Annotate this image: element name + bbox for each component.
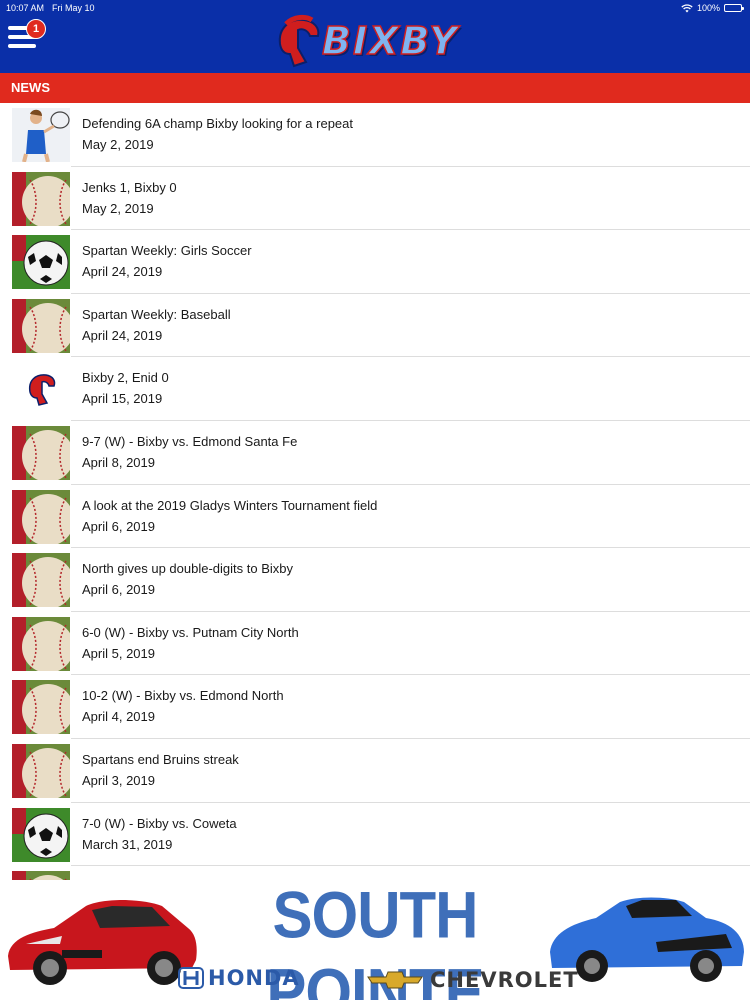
news-item[interactable]: A look at the 2019 Gladys Winters Tourna… [0, 485, 750, 549]
news-item[interactable]: Spartans end Bruins streak April 3, 2019 [0, 739, 750, 803]
soccer-ball-icon [12, 807, 70, 862]
news-item[interactable]: 7-0 (W) - Bixby vs. Coweta March 31, 2019 [0, 803, 750, 867]
news-item[interactable]: 9-7 (W) - Bixby vs. Edmond Santa Fe April… [0, 421, 750, 485]
news-list[interactable]: Defending 6A champ Bixby looking for a r… [0, 103, 750, 880]
news-title: Spartan Weekly: Baseball [82, 306, 231, 322]
status-indicators: 100% [681, 0, 744, 16]
notification-badge: 1 [26, 19, 46, 39]
news-date: April 4, 2019 [82, 709, 155, 725]
news-date: April 8, 2019 [82, 454, 155, 470]
tennis-player-icon [12, 108, 70, 162]
news-item[interactable]: 6-0 (W) - Bixby vs. Putnam City North Apr… [0, 612, 750, 676]
news-title: 10-2 (W) - Bixby vs. Edmond North [82, 688, 284, 704]
news-item[interactable]: Spartan Weekly: Baseball April 24, 2019 [0, 294, 750, 358]
news-title: Spartan Weekly: Girls Soccer [82, 243, 252, 259]
wifi-icon [681, 3, 693, 12]
honda-text: HONDA [208, 966, 300, 990]
baseball-icon [12, 553, 70, 608]
news-date: March 31, 2019 [82, 836, 173, 852]
news-date: April 5, 2019 [82, 645, 155, 661]
baseball-icon [12, 616, 70, 671]
honda-brand: HONDA [178, 966, 300, 990]
news-date: April 6, 2019 [82, 582, 155, 598]
news-date: April 6, 2019 [82, 518, 155, 534]
news-date: May 2, 2019 [82, 200, 154, 216]
news-title: 7-0 (W) - Bixby vs. Coweta [82, 815, 237, 831]
news-title: 9-7 (W) - Bixby vs. Edmond Santa Fe [82, 433, 298, 449]
soccer-ball-icon [12, 235, 70, 290]
news-title: North gives up double-digits to Bixby [82, 561, 294, 577]
status-time: 10:07 AM [6, 3, 45, 13]
baseball-icon [12, 489, 70, 544]
red-car-image [8, 900, 197, 985]
status-date: Fri May 10 [52, 3, 95, 13]
chevrolet-brand: CHEVROLET [366, 968, 579, 992]
news-date: April 24, 2019 [82, 327, 163, 343]
news-date: April 3, 2019 [82, 772, 155, 788]
section-title: NEWS [0, 73, 750, 103]
app-header: 10:07 AM Fri May 10 100% 1 BIXBY [0, 0, 750, 73]
chevrolet-text: CHEVROLET [430, 968, 579, 992]
news-item[interactable]: Defending 6A champ Bixby looking for a r… [0, 103, 750, 167]
app-logo: BIXBY [272, 14, 459, 68]
news-title: Jenks 1, Bixby 0 [82, 179, 177, 195]
news-item[interactable]: Bixby 2, Enid 0 April 15, 2019 [0, 357, 750, 421]
baseball-icon [12, 425, 70, 480]
news-title: Spartans end Bruins streak [82, 751, 239, 767]
battery-icon [724, 4, 744, 12]
baseball-icon [12, 298, 70, 353]
news-item[interactable]: 10-2 (W) - Bixby vs. Edmond North April 4… [0, 675, 750, 739]
news-date: April 24, 2019 [82, 264, 163, 280]
news-item[interactable]: Spartan Weekly: Girls Soccer April 24, 20… [0, 230, 750, 294]
spartan-helmet-icon [278, 14, 320, 68]
spartan-logo-icon [12, 362, 70, 417]
logo-text: BIXBY [321, 18, 459, 64]
ad-banner[interactable]: SOUTH POINTE HONDA CHEVROLET [0, 878, 750, 1000]
honda-logo-icon [178, 967, 204, 989]
chevrolet-bowtie-icon [367, 971, 423, 989]
baseball-icon [12, 871, 70, 880]
battery-percent: 100% [696, 3, 720, 13]
news-item[interactable]: North gives up double-digits to Bixby Apr… [0, 548, 750, 612]
news-date: April 15, 2019 [82, 391, 163, 407]
baseball-icon [12, 171, 70, 226]
baseball-icon [12, 743, 70, 798]
news-item[interactable]: Jenks 1, Bixby 0 May 2, 2019 [0, 167, 750, 231]
news-date: May 2, 2019 [82, 137, 154, 152]
news-title: Bixby 2, Enid 0 [82, 370, 169, 386]
news-title: 6-0 (W) - Bixby vs. Putnam City North [82, 624, 299, 640]
news-title: Defending 6A champ Bixby looking for a r… [82, 116, 354, 131]
baseball-icon [12, 680, 70, 735]
news-title: A look at the 2019 Gladys Winters Tourna… [82, 497, 378, 513]
